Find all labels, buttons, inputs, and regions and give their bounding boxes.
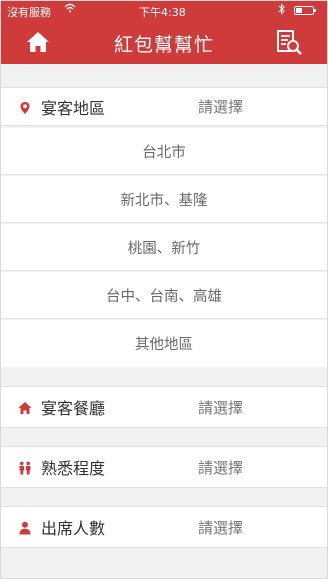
status-bar: 沒有服務 下午4:38 bbox=[1, 1, 327, 21]
region-option[interactable]: 台北市 bbox=[1, 128, 327, 175]
battery-icon bbox=[294, 6, 316, 15]
person-icon bbox=[18, 520, 32, 535]
restaurant-row[interactable]: 宴客餐廳 請選擇 bbox=[1, 386, 327, 428]
wifi-icon bbox=[64, 3, 76, 16]
region-option[interactable]: 新北市、基隆 bbox=[1, 176, 327, 223]
familiarity-label: 熟悉程度 bbox=[41, 459, 106, 478]
familiarity-row[interactable]: 熟悉程度 請選擇 bbox=[1, 446, 327, 488]
document-search-icon[interactable] bbox=[274, 27, 304, 57]
home-icon bbox=[18, 400, 32, 414]
attendees-value[interactable]: 請選擇 bbox=[198, 507, 243, 547]
attendees-label: 出席人數 bbox=[41, 519, 106, 538]
attendees-row[interactable]: 出席人數 請選擇 bbox=[1, 506, 327, 548]
app-frame: 沒有服務 下午4:38 紅包幫幫忙 宴客地區 請選擇 台北市 新北市、基隆 桃園… bbox=[0, 0, 328, 579]
restaurant-value[interactable]: 請選擇 bbox=[198, 387, 243, 427]
restaurant-label: 宴客餐廳 bbox=[41, 399, 106, 418]
region-option[interactable]: 台中、台南、高雄 bbox=[1, 272, 327, 319]
status-time: 下午4:38 bbox=[139, 6, 186, 19]
nav-bar: 紅包幫幫忙 bbox=[1, 21, 327, 64]
venue-region-value[interactable]: 請選擇 bbox=[198, 88, 243, 125]
people-icon bbox=[18, 460, 32, 475]
region-option[interactable]: 桃園、新竹 bbox=[1, 224, 327, 271]
region-option[interactable]: 其他地區 bbox=[1, 320, 327, 367]
bluetooth-icon bbox=[278, 3, 286, 18]
battery-level bbox=[296, 8, 302, 13]
venue-region-label: 宴客地區 bbox=[41, 98, 106, 118]
location-pin-icon bbox=[18, 100, 32, 114]
familiarity-value[interactable]: 請選擇 bbox=[198, 447, 243, 487]
carrier-text: 沒有服務 bbox=[7, 6, 51, 19]
venue-region-row[interactable]: 宴客地區 請選擇 bbox=[1, 87, 327, 126]
